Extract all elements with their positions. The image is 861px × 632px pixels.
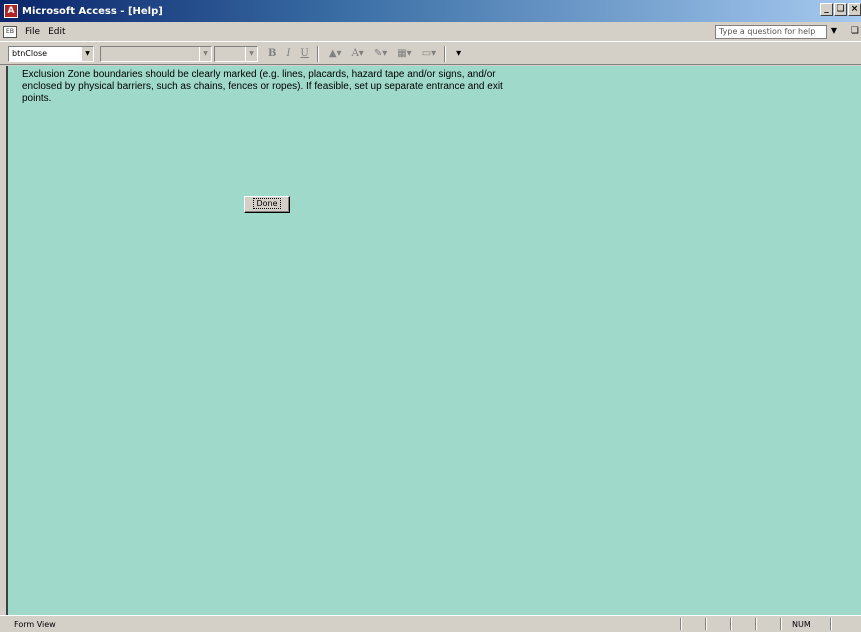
toolbar-separator (316, 45, 319, 62)
restore-button[interactable]: ❏ (834, 3, 847, 16)
toolbar-separator (444, 45, 447, 62)
help-dropdown-icon[interactable]: ▼ (831, 26, 837, 35)
status-divider (705, 618, 707, 630)
mdi-restore-icon[interactable]: ❏ (851, 26, 859, 36)
status-divider (755, 618, 757, 630)
status-divider (830, 618, 832, 630)
line-color-icon[interactable]: ✎▾ (374, 48, 387, 59)
help-text: Exclusion Zone boundaries should be clea… (22, 69, 503, 104)
status-divider (730, 618, 732, 630)
fill-color-icon[interactable]: ▲▾ (329, 48, 342, 59)
object-combo[interactable]: btnClose ▼ (8, 45, 94, 62)
underline-button[interactable]: U (300, 48, 308, 59)
line-width-icon[interactable]: ▭▾ (422, 48, 436, 59)
window-controls: _ ❏ × (819, 3, 861, 16)
font-size-combo[interactable]: ▼ (214, 45, 258, 62)
help-form: Exclusion Zone boundaries should be clea… (6, 66, 861, 615)
menu-bar: EB File Edit Type a question for help ▼ … (0, 22, 861, 42)
chevron-down-icon[interactable]: ▼ (81, 46, 93, 61)
italic-button[interactable]: I (286, 48, 290, 59)
chevron-down-icon[interactable]: ▼ (199, 46, 211, 61)
minimize-button[interactable]: _ (820, 3, 833, 16)
help-question-input[interactable]: Type a question for help (715, 25, 827, 39)
close-button[interactable]: × (848, 3, 861, 16)
done-button-label: Done (253, 198, 281, 209)
status-divider (680, 618, 682, 630)
font-color-icon[interactable]: A▾ (352, 48, 364, 59)
toolbar-options-icon[interactable]: ▾ (456, 48, 461, 59)
menu-edit[interactable]: Edit (48, 27, 65, 37)
status-bar: Form View NUM (0, 615, 861, 630)
form-document-icon[interactable]: EB (3, 25, 17, 38)
title-bar: A Microsoft Access - [Help] _ ❏ × (0, 0, 861, 22)
border-icon[interactable]: ▦▾ (397, 48, 411, 59)
access-app-icon[interactable]: A (4, 4, 18, 18)
object-combo-value: btnClose (12, 48, 48, 58)
menu-file[interactable]: File (25, 27, 40, 37)
formatting-toolbar: btnClose ▼ ▼ ▼ B I U ▲▾ A▾ ✎▾ ▦▾ ▭▾ ▾ (0, 43, 861, 65)
window-title: Microsoft Access - [Help] (22, 5, 163, 17)
status-divider (780, 618, 782, 630)
chevron-down-icon[interactable]: ▼ (245, 46, 257, 61)
done-button[interactable]: Done (244, 196, 290, 213)
bold-button[interactable]: B (268, 48, 276, 59)
font-name-combo[interactable]: ▼ (100, 45, 212, 62)
